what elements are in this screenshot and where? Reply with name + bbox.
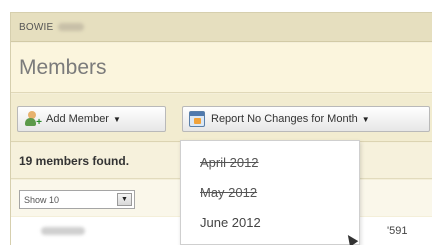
page-title: Members bbox=[19, 55, 107, 79]
organization-name: BOWIE bbox=[19, 21, 54, 33]
report-no-changes-label: Report No Changes for Month bbox=[211, 113, 358, 125]
page-size-select[interactable]: Show 10 ▼ bbox=[19, 190, 135, 209]
page-size-value: Show 10 bbox=[24, 194, 60, 205]
report-no-changes-button[interactable]: Report No Changes for Month ▼ bbox=[182, 106, 430, 132]
toolbar: + Add Member ▼ Report No Changes for Mon… bbox=[11, 94, 432, 142]
organization-bar: BOWIE bbox=[11, 13, 432, 42]
add-user-icon: + bbox=[24, 111, 42, 128]
month-dropdown-menu: April 2012 May 2012 June 2012 bbox=[180, 140, 360, 245]
add-member-button[interactable]: + Add Member ▼ bbox=[17, 106, 166, 132]
calendar-report-icon bbox=[189, 111, 205, 127]
redacted-text bbox=[41, 227, 85, 235]
members-found-text: 19 members found. bbox=[19, 153, 130, 168]
chevron-down-icon: ▼ bbox=[361, 114, 370, 124]
menu-item-june-2012[interactable]: June 2012 bbox=[181, 207, 359, 237]
redacted-text bbox=[58, 23, 85, 31]
menu-item-may-2012[interactable]: May 2012 bbox=[181, 177, 359, 207]
chevron-down-icon: ▼ bbox=[112, 114, 121, 124]
add-member-label: Add Member bbox=[46, 113, 109, 125]
chevron-down-icon[interactable]: ▼ bbox=[117, 193, 132, 206]
menu-item-april-2012[interactable]: April 2012 bbox=[181, 147, 359, 177]
title-bar: Members bbox=[11, 43, 432, 93]
phone-number-fragment: '591 bbox=[387, 225, 408, 237]
